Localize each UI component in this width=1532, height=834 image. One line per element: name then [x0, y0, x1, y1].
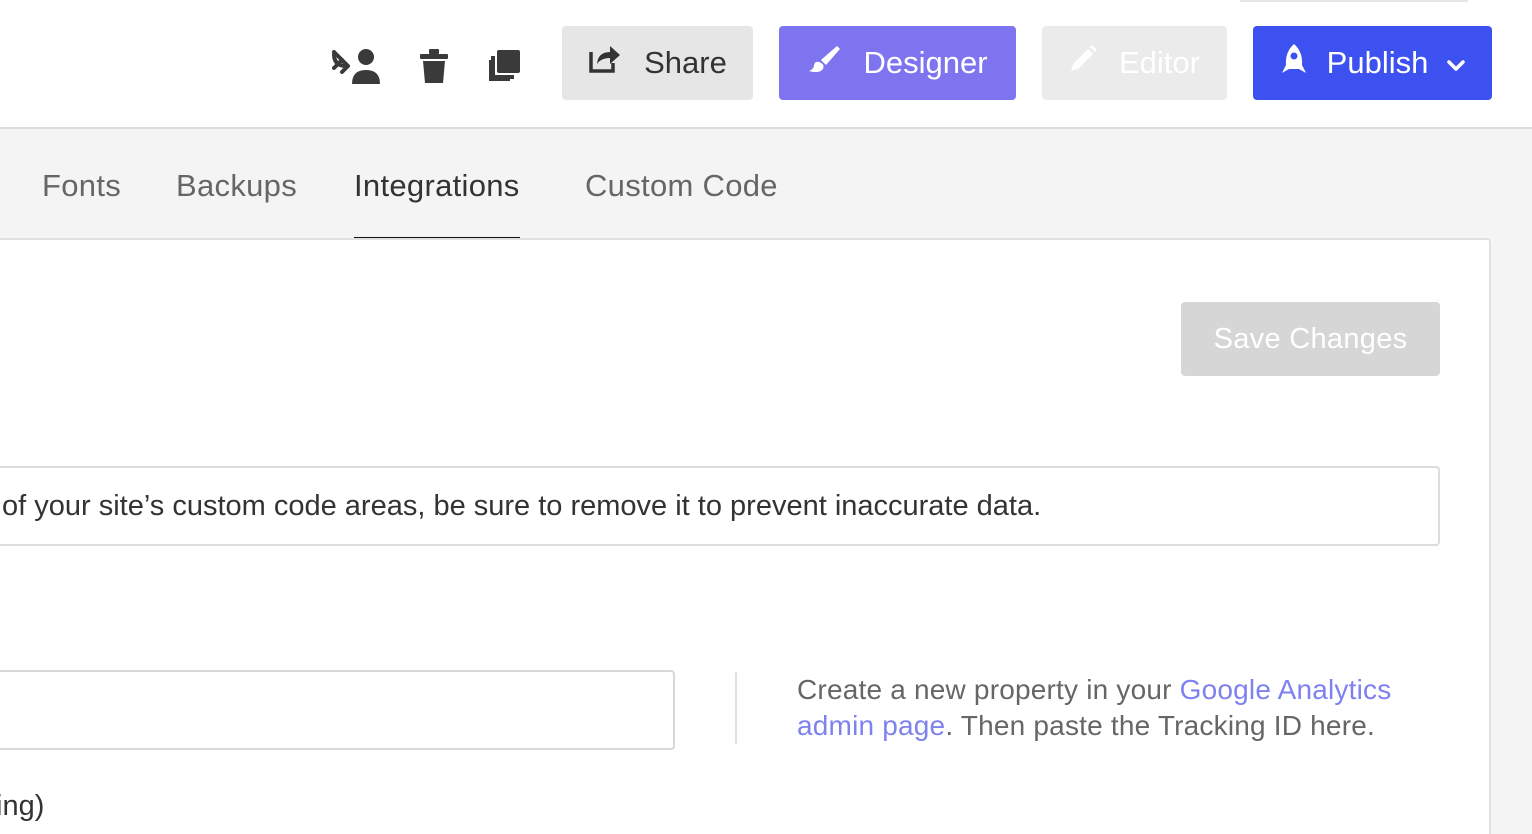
- custom-code-notice: of your site’s custom code areas, be sur…: [0, 466, 1440, 546]
- editor-button[interactable]: Editor: [1042, 26, 1227, 100]
- tab-fonts[interactable]: Fonts: [42, 168, 121, 237]
- save-changes-button[interactable]: Save Changes: [1181, 302, 1440, 376]
- settings-tabs: Fonts Backups Integrations Custom Code: [0, 130, 1532, 241]
- publish-label: Publish: [1326, 45, 1429, 80]
- chevron-down-icon[interactable]: [1446, 45, 1466, 81]
- tracking-id-input[interactable]: [0, 670, 675, 750]
- pencil-icon: [1069, 45, 1097, 81]
- share-label: Share: [644, 45, 727, 80]
- tab-custom-code[interactable]: Custom Code: [585, 168, 778, 237]
- field-label: ing): [0, 790, 45, 822]
- designer-label: Designer: [863, 45, 988, 80]
- tab-backups[interactable]: Backups: [176, 168, 297, 237]
- editor-label: Editor: [1119, 45, 1200, 80]
- tab-integrations[interactable]: Integrations: [354, 168, 520, 241]
- duplicate-icon[interactable]: [478, 40, 530, 92]
- top-toolbar: Share Designer Editor Publish: [0, 0, 1532, 129]
- publish-button[interactable]: Publish: [1253, 26, 1492, 100]
- transfer-user-icon[interactable]: [330, 40, 382, 92]
- help-text-before: Create a new property in your: [797, 674, 1180, 705]
- field-divider: [735, 672, 737, 744]
- paintbrush-icon: [807, 44, 841, 82]
- help-text-after: . Then paste the Tracking ID here.: [945, 710, 1375, 741]
- top-edge-line: [1240, 0, 1468, 2]
- share-button[interactable]: Share: [562, 26, 753, 100]
- trash-icon[interactable]: [408, 40, 460, 92]
- share-icon: [588, 44, 622, 82]
- designer-button[interactable]: Designer: [779, 26, 1016, 100]
- rocket-icon: [1279, 43, 1309, 83]
- tracking-id-help: Create a new property in your Google Ana…: [797, 672, 1457, 744]
- notice-text: of your site’s custom code areas, be sur…: [2, 489, 1042, 522]
